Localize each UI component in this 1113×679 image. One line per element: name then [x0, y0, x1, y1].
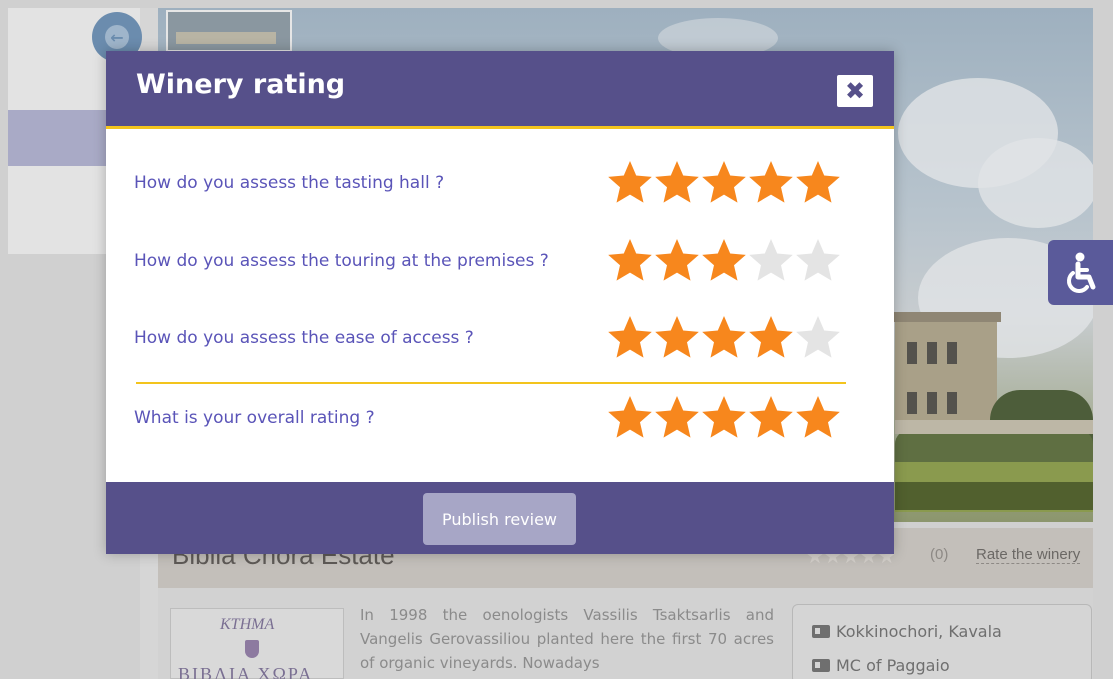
star-rating: [606, 236, 841, 284]
modal-footer: Publish review: [106, 482, 894, 554]
star-rating: [606, 393, 841, 441]
wheelchair-icon: [1066, 252, 1095, 293]
star-filled-icon[interactable]: [606, 393, 654, 441]
star-empty-icon[interactable]: [794, 236, 842, 284]
rating-modal: Winery rating ✖ How do you assess the ta…: [106, 51, 894, 554]
rating-row-tasting-hall: How do you assess the tasting hall ?: [106, 156, 894, 212]
modal-title: Winery rating: [136, 69, 346, 100]
bushes: [895, 430, 1093, 464]
publish-review-button[interactable]: Publish review: [423, 493, 576, 545]
star-filled-icon[interactable]: [653, 393, 701, 441]
crest-icon: [245, 640, 259, 658]
question-label: What is your overall rating ?: [134, 408, 375, 428]
star-filled-icon[interactable]: [653, 313, 701, 361]
star-filled-icon[interactable]: [747, 158, 795, 206]
divider: [136, 382, 846, 384]
close-button[interactable]: ✖: [837, 75, 873, 107]
star-empty-icon[interactable]: [794, 313, 842, 361]
star-filled-icon[interactable]: [794, 393, 842, 441]
star-filled-icon[interactable]: [700, 236, 748, 284]
logo-top-text: KTHMA: [220, 616, 275, 633]
question-label: How do you assess the touring at the pre…: [134, 251, 549, 271]
gallery-thumbnail[interactable]: [166, 10, 292, 52]
id-card-icon: [812, 625, 830, 638]
question-label: How do you assess the ease of access ?: [134, 328, 474, 348]
winery-description: In 1998 the oenologists Vassilis Tsaktsa…: [360, 606, 774, 672]
id-card-icon: [812, 659, 830, 672]
balustrade: [895, 420, 1093, 434]
modal-header: Winery rating ✖: [106, 51, 894, 129]
star-filled-icon[interactable]: [747, 313, 795, 361]
star-filled-icon[interactable]: [700, 313, 748, 361]
star-empty-icon[interactable]: [747, 236, 795, 284]
rate-winery-link[interactable]: Rate the winery: [976, 546, 1081, 564]
star-filled-icon[interactable]: [606, 313, 654, 361]
accessibility-button[interactable]: [1048, 240, 1113, 305]
rating-row-overall: What is your overall rating ?: [106, 391, 894, 447]
logo-bottom-text: BIBΛIA XΩPA: [178, 664, 314, 679]
rating-row-ease-of-access: How do you assess the ease of access ?: [106, 311, 894, 367]
star-rating: [606, 158, 841, 206]
arrow-left-icon: ←: [105, 25, 129, 49]
star-filled-icon[interactable]: [700, 393, 748, 441]
star-filled-icon[interactable]: [747, 393, 795, 441]
hedge: [895, 482, 1093, 510]
star-filled-icon[interactable]: [700, 158, 748, 206]
address-line: MC of Paggaio: [812, 656, 950, 675]
star-filled-icon[interactable]: [653, 236, 701, 284]
rating-row-touring: How do you assess the touring at the pre…: [106, 234, 894, 290]
question-label: How do you assess the tasting hall ?: [134, 173, 445, 193]
star-filled-icon[interactable]: [606, 236, 654, 284]
star-filled-icon[interactable]: [794, 158, 842, 206]
winery-building: [891, 312, 1001, 426]
star-rating: [606, 313, 841, 361]
address-line: Kokkinochori, Kavala: [812, 622, 1002, 641]
close-icon: ✖: [844, 77, 866, 105]
rating-count: (0): [930, 546, 949, 563]
star-filled-icon[interactable]: [653, 158, 701, 206]
star-filled-icon[interactable]: [606, 158, 654, 206]
